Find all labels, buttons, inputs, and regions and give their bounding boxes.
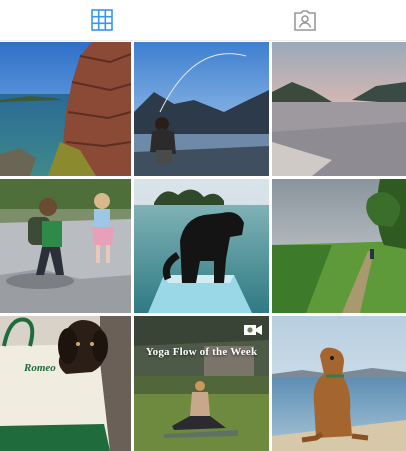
post-tile-green-field-path[interactable] [272,179,406,313]
post-tile-yoga-flow[interactable]: Yoga Flow of the Week [134,316,269,451]
tab-tagged-photos[interactable] [203,0,406,40]
profile-tab-bar [0,0,406,41]
tagged-person-icon [293,9,317,31]
post-tile-kids-walking[interactable] [0,179,131,313]
profile-grid-screen: Romeo Yoga Flow of the Week [0,0,406,451]
video-camera-icon [243,322,263,338]
post-tile-dog-in-bag[interactable]: Romeo [0,316,131,451]
post-tile-lake-sunset[interactable] [272,42,406,176]
post-tile-coastal-rocks[interactable] [0,42,131,176]
post-tile-fishing-lake[interactable] [134,42,269,176]
post-tile-dog-on-board[interactable] [272,316,406,451]
post-tile-dog-paddleboard[interactable] [134,179,269,313]
bag-monogram-text: Romeo [24,362,56,374]
tab-grid-view[interactable] [0,0,203,40]
grid-icon [90,9,113,31]
post-caption-overlay: Yoga Flow of the Week [145,346,258,358]
